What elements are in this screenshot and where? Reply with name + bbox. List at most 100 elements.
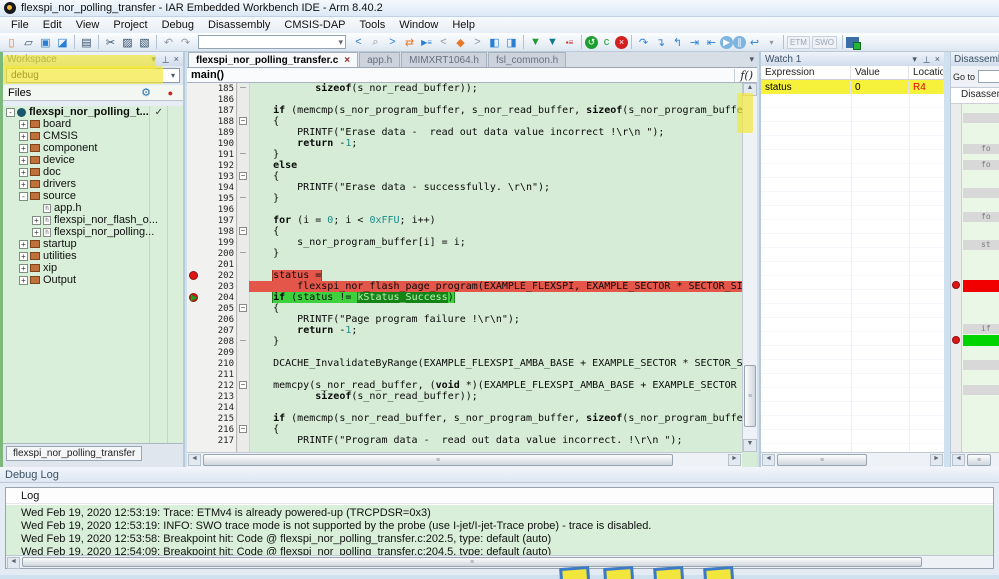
search-icon[interactable]: ⌕	[367, 34, 384, 50]
breakpoint-margin[interactable]	[187, 182, 201, 193]
code-line-202[interactable]: 202 status =	[187, 270, 757, 281]
menu-debug[interactable]: Debug	[155, 18, 201, 32]
menu-help[interactable]: Help	[445, 18, 482, 32]
editor-tab-fsl-common-h[interactable]: fsl_common.h	[487, 52, 567, 67]
prev-function-icon[interactable]: ◧	[486, 34, 503, 50]
next-bookmark-icon[interactable]: >	[469, 34, 486, 50]
editor-tab-mimxrt1064-h[interactable]: MIMXRT1064.h	[401, 52, 487, 67]
code-line-185[interactable]: 185 ─ sizeof(s_nor_read_buffer));	[187, 83, 757, 94]
code-line-213[interactable]: 213 sizeof(s_nor_read_buffer));	[187, 391, 757, 402]
tree-item-flexspi-nor-polling-[interactable]: + h flexspi_nor_polling...	[3, 226, 183, 238]
configuration-dropdown-icon[interactable]: ▾	[171, 71, 175, 80]
tree-item-flexspi-nor-polling-t-[interactable]: - flexspi_nor_polling_t... ✓	[3, 106, 183, 118]
swap-view-icon[interactable]: ⇄	[401, 34, 418, 50]
expand-icon[interactable]: +	[19, 167, 28, 177]
breakpoint-margin[interactable]	[187, 83, 201, 94]
breakpoint-margin[interactable]	[187, 127, 201, 138]
run-to-cursor-icon[interactable]: ⇤	[703, 34, 720, 50]
breakpoint-margin[interactable]	[187, 424, 201, 435]
breakpoint-margin[interactable]	[187, 204, 201, 215]
scroll-right-icon[interactable]: ►	[930, 454, 943, 466]
breakpoint-margin[interactable]	[187, 226, 201, 237]
redo-icon[interactable]: ↷	[177, 34, 194, 50]
disassembly-breakpoint-icon[interactable]	[952, 281, 960, 289]
scroll-left-icon[interactable]: ◄	[7, 557, 20, 569]
menu-window[interactable]: Window	[392, 18, 445, 32]
expand-icon[interactable]: +	[19, 275, 28, 285]
breakpoint-margin[interactable]	[187, 303, 201, 314]
menu-project[interactable]: Project	[106, 18, 154, 32]
breakpoint-margin[interactable]	[187, 171, 201, 182]
tree-item-component[interactable]: + component	[3, 142, 183, 154]
code-line-198[interactable]: 198− {	[187, 226, 757, 237]
editor-vertical-scrollbar[interactable]: ▲ ≡ ▼	[742, 83, 757, 452]
watch-close-icon[interactable]: ×	[935, 54, 940, 64]
search-input[interactable]: ▾	[198, 35, 346, 49]
code-line-193[interactable]: 193− {	[187, 171, 757, 182]
code-line-186[interactable]: 186	[187, 94, 757, 105]
prev-bookmark-icon[interactable]: <	[435, 34, 452, 50]
reset-icon[interactable]: ↺	[585, 35, 598, 49]
expand-icon[interactable]: +	[32, 227, 41, 237]
workspace-bottom-tab[interactable]: flexspi_nor_polling_transfer	[6, 446, 143, 461]
breakpoint-margin[interactable]	[187, 193, 201, 204]
expand-icon[interactable]: +	[19, 143, 28, 153]
watch-horizontal-scrollbar[interactable]: ◄ ≡ ►	[761, 452, 944, 467]
next-statement-icon[interactable]: ⇥	[686, 34, 703, 50]
code-line-200[interactable]: 200 ─ }	[187, 248, 757, 259]
breakpoint-margin[interactable]	[187, 237, 201, 248]
tree-item-board[interactable]: + board	[3, 118, 183, 130]
nav-forward-icon[interactable]: >	[384, 34, 401, 50]
expand-icon[interactable]: +	[19, 179, 28, 189]
scroll-down-icon[interactable]: ▼	[743, 439, 757, 452]
breakpoint-margin[interactable]	[187, 281, 201, 292]
expand-icon[interactable]: +	[19, 155, 28, 165]
breakpoint-margin[interactable]	[187, 160, 201, 171]
editor-tab-app-h[interactable]: app.h	[359, 52, 401, 67]
code-line-201[interactable]: 201	[187, 259, 757, 270]
code-line-192[interactable]: 192 else	[187, 160, 757, 171]
tree-item-output[interactable]: + Output	[3, 274, 183, 286]
breakpoint-margin[interactable]	[187, 248, 201, 259]
column-expression[interactable]: Expression	[761, 66, 851, 79]
go-icon[interactable]: ▶	[720, 35, 733, 49]
tree-item-utilities[interactable]: + utilities	[3, 250, 183, 262]
disassembly-hscroll-thumb[interactable]: ≡	[967, 454, 991, 466]
breakpoint-margin[interactable]	[187, 336, 201, 347]
code-line-197[interactable]: 197 for (i = 0; i < 0xFFU; i++)	[187, 215, 757, 226]
code-line-205[interactable]: 205− {	[187, 303, 757, 314]
scroll-right-icon[interactable]: ►	[728, 454, 741, 466]
code-line-204[interactable]: ▶ 204 if (status != kStatus_Success)	[187, 292, 757, 303]
paste-icon[interactable]: ▧	[136, 34, 153, 50]
gear-icon[interactable]: ⚙	[141, 86, 151, 99]
editor-horizontal-scrollbar[interactable]: ◄ ≡ ►	[187, 452, 742, 467]
editor-hscroll-thumb[interactable]: ≡	[203, 454, 673, 466]
etm-button[interactable]: ETM	[787, 35, 810, 49]
code-area[interactable]: 185 ─ sizeof(s_nor_read_buffer)); 186 187 i…	[187, 83, 757, 452]
expand-icon[interactable]: -	[6, 107, 15, 117]
expand-icon[interactable]: +	[19, 263, 28, 273]
tree-item-flexspi-nor-flash-o-[interactable]: + h flexspi_nor_flash_o...	[3, 214, 183, 226]
code-line-188[interactable]: 188− {	[187, 116, 757, 127]
menu-view[interactable]: View	[69, 18, 107, 32]
breakpoint-margin[interactable]	[187, 149, 201, 160]
tree-item-app-h[interactable]: h app.h	[3, 202, 183, 214]
breakpoint-margin[interactable]	[187, 259, 201, 270]
tree-item-xip[interactable]: + xip	[3, 262, 183, 274]
breakpoint-margin[interactable]	[187, 138, 201, 149]
expand-icon[interactable]: +	[19, 131, 28, 141]
code-line-214[interactable]: 214	[187, 402, 757, 413]
stop-debugging-icon[interactable]: ↩	[746, 34, 763, 50]
breakpoint-icon[interactable]	[187, 270, 201, 281]
scroll-left-icon[interactable]: ◄	[762, 454, 775, 466]
save-icon[interactable]: ▣	[37, 34, 54, 50]
scroll-left-icon[interactable]: ◄	[188, 454, 201, 466]
code-line-199[interactable]: 199 s_nor_program_buffer[i] = i;	[187, 237, 757, 248]
editor-vscroll-thumb[interactable]: ≡	[744, 365, 756, 427]
breakpoint-margin[interactable]	[187, 380, 201, 391]
column-value[interactable]: Value	[851, 66, 909, 79]
code-line-212[interactable]: 212− memcpy(s_nor_read_buffer, (void *)(…	[187, 380, 757, 391]
search-dropdown-icon[interactable]: ▾	[338, 37, 343, 48]
breakpoint-margin[interactable]	[187, 347, 201, 358]
tree-item-drivers[interactable]: + drivers	[3, 178, 183, 190]
